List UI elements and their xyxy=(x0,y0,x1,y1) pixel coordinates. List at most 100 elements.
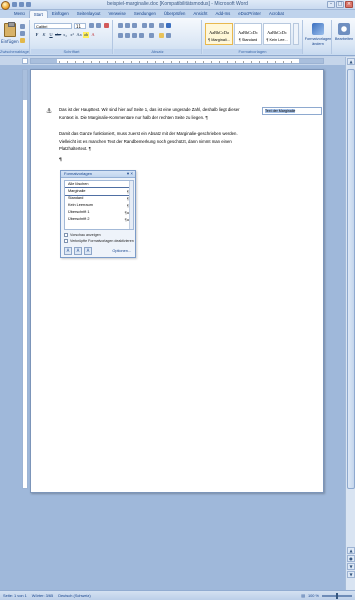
tab-menu[interactable]: Menü xyxy=(10,10,29,18)
styles-pane-controls[interactable]: ▾ × xyxy=(127,171,133,177)
next-page-button[interactable]: ▼ xyxy=(347,563,355,570)
styles-list-item[interactable]: Kein Leerraum ¶ xyxy=(65,202,133,209)
tab-selector[interactable] xyxy=(22,58,28,64)
preview-checkbox[interactable]: Vorschau anzeigen xyxy=(64,233,101,237)
tab-einfuegen[interactable]: Einfügen xyxy=(48,10,73,18)
document-page[interactable]: ⚓ Das ist der Haupttext. Wir sind hier a… xyxy=(30,69,324,493)
font-name-field[interactable]: Calibri xyxy=(34,23,72,29)
clipboard-group-label: Zwischenablage xyxy=(0,49,29,54)
tab-ansicht[interactable]: Ansicht xyxy=(189,10,211,18)
tab-ueberpruefen[interactable]: Überprüfen xyxy=(160,10,190,18)
print-layout-view-icon[interactable]: ▤ xyxy=(301,591,305,600)
increase-indent-icon[interactable] xyxy=(149,23,154,28)
vertical-scrollbar[interactable]: ▲ ▲ ● ▼ ▼ xyxy=(345,57,355,590)
align-center-icon[interactable] xyxy=(125,33,130,38)
bold-icon[interactable]: F xyxy=(34,32,40,38)
close-button[interactable]: × xyxy=(345,1,353,8)
shading-icon[interactable] xyxy=(159,33,164,38)
style-item-name: Überschrift 1 xyxy=(68,210,90,214)
styles-list-item-selected[interactable]: Marginalie ¶ xyxy=(65,187,133,196)
bullets-icon[interactable] xyxy=(118,23,123,28)
font-group-label: Schriftart xyxy=(31,49,112,54)
grow-font-icon[interactable] xyxy=(89,23,94,28)
align-right-icon[interactable] xyxy=(132,33,137,38)
styles-list-item[interactable]: Überschrift 2 ¶a xyxy=(65,216,133,223)
find-icon[interactable] xyxy=(338,23,350,35)
sort-icon[interactable] xyxy=(159,23,164,28)
scroll-down-arrow[interactable]: ▼ xyxy=(347,571,355,578)
editing-label[interactable]: Bearbeiten xyxy=(333,37,355,42)
styles-list-scrollbar[interactable] xyxy=(129,181,133,229)
change-case-icon[interactable]: Aa xyxy=(76,32,82,38)
cut-icon[interactable] xyxy=(20,24,25,29)
underline-icon[interactable]: U xyxy=(48,32,54,38)
change-styles-label[interactable]: Formatvorlagen ändern xyxy=(304,37,332,46)
shrink-font-icon[interactable] xyxy=(96,23,101,28)
borders-icon[interactable] xyxy=(166,33,171,38)
ruler-ticks xyxy=(59,61,297,63)
change-styles-icon[interactable] xyxy=(312,23,324,35)
style-gallery-item-marginalie[interactable]: AaBbCcDa ¶ Marginali... xyxy=(205,23,233,45)
paste-button-label[interactable]: Einfügen xyxy=(1,39,19,44)
title-bar: beispiel-marginalie.doc [Kompatibilitäts… xyxy=(0,0,355,10)
browse-object-button[interactable]: ● xyxy=(347,555,355,562)
preview-checkbox-label: Vorschau anzeigen xyxy=(70,233,101,237)
italic-icon[interactable]: K xyxy=(41,32,47,38)
tab-add-ins[interactable]: Add-Ins xyxy=(211,10,234,18)
page-count[interactable]: Seite: 1 von 1 xyxy=(3,591,27,600)
numbering-icon[interactable] xyxy=(125,23,130,28)
subscript-icon[interactable]: x₂ xyxy=(62,32,68,38)
font-color-icon[interactable]: A xyxy=(90,32,96,38)
maximize-button[interactable]: □ xyxy=(336,1,344,8)
justify-icon[interactable] xyxy=(139,33,144,38)
styles-group-label: Formatvorlagen xyxy=(203,49,302,54)
zoom-level[interactable]: 100 % xyxy=(308,591,319,600)
superscript-icon[interactable]: x² xyxy=(69,32,75,38)
checkbox-box[interactable] xyxy=(64,239,68,243)
horizontal-ruler[interactable] xyxy=(30,58,324,64)
format-painter-icon[interactable] xyxy=(20,38,25,43)
copy-icon[interactable] xyxy=(20,31,25,36)
styles-options-link[interactable]: Optionen... xyxy=(112,249,131,253)
tab-seitenlayout[interactable]: Seitenlayout xyxy=(73,10,105,18)
paste-icon[interactable] xyxy=(4,22,16,37)
style-inspector-button[interactable]: A xyxy=(74,247,82,255)
decrease-indent-icon[interactable] xyxy=(142,23,147,28)
tab-sendungen[interactable]: Sendungen xyxy=(130,10,160,18)
line-spacing-icon[interactable] xyxy=(149,33,154,38)
new-style-button[interactable]: A xyxy=(64,247,72,255)
highlight-icon[interactable]: ab xyxy=(83,32,89,38)
clear-formatting-icon[interactable] xyxy=(104,23,109,28)
align-left-icon[interactable] xyxy=(118,33,123,38)
tab-verweise[interactable]: Verweise xyxy=(104,10,129,18)
marginal-textbox[interactable]: Text der Marginalie xyxy=(262,107,322,115)
strikethrough-icon[interactable]: abe xyxy=(55,32,61,38)
word-count[interactable]: Wörter: 3/65 xyxy=(32,591,53,600)
checkbox-box[interactable] xyxy=(64,233,68,237)
body-paragraph-2[interactable]: Damit das Ganze funktioniert, muss zuers… xyxy=(59,130,255,153)
style-gallery-item-kein-leerraum[interactable]: AaBbCcDc ¶ Kein Lee... xyxy=(263,23,291,45)
styles-list[interactable]: Alle löschen Marginalie ¶ Standard ¶ Kein … xyxy=(64,180,134,230)
previous-page-button[interactable]: ▲ xyxy=(347,547,355,554)
linked-styles-checkbox[interactable]: Verknüpfte Formatvorlagen deaktivieren xyxy=(64,239,134,243)
tab-start[interactable]: Start xyxy=(28,10,48,18)
styles-list-item[interactable]: Überschrift 1 ¶a xyxy=(65,209,133,216)
style-gallery-item-standard[interactable]: AaBbCcDc ¶ Standard xyxy=(234,23,262,45)
styles-pane-header[interactable]: Formatvorlagen ▾ × xyxy=(61,171,135,178)
styles-list-item[interactable]: Standard ¶ xyxy=(65,195,133,202)
multilevel-list-icon[interactable] xyxy=(132,23,137,28)
vertical-ruler[interactable] xyxy=(22,69,28,489)
tab-acrobat[interactable]: Acrobat xyxy=(265,10,288,18)
zoom-slider[interactable] xyxy=(322,592,352,599)
language-indicator[interactable]: Deutsch (Schweiz) xyxy=(58,591,90,600)
body-paragraph-1[interactable]: Das ist der Haupttext. Wir sind hier auf… xyxy=(59,106,255,121)
manage-styles-button[interactable]: A xyxy=(84,247,92,255)
tab-edocprinter[interactable]: eDocPrinter xyxy=(234,10,265,18)
show-formatting-marks-icon[interactable] xyxy=(166,23,171,28)
style-gallery-scroll[interactable] xyxy=(293,23,299,45)
scroll-up-arrow[interactable]: ▲ xyxy=(347,58,355,65)
minimize-button[interactable]: – xyxy=(327,1,335,8)
styles-list-item[interactable]: Alle löschen xyxy=(65,181,133,188)
scroll-thumb[interactable] xyxy=(347,69,355,489)
font-size-field[interactable]: 11 xyxy=(74,23,86,29)
